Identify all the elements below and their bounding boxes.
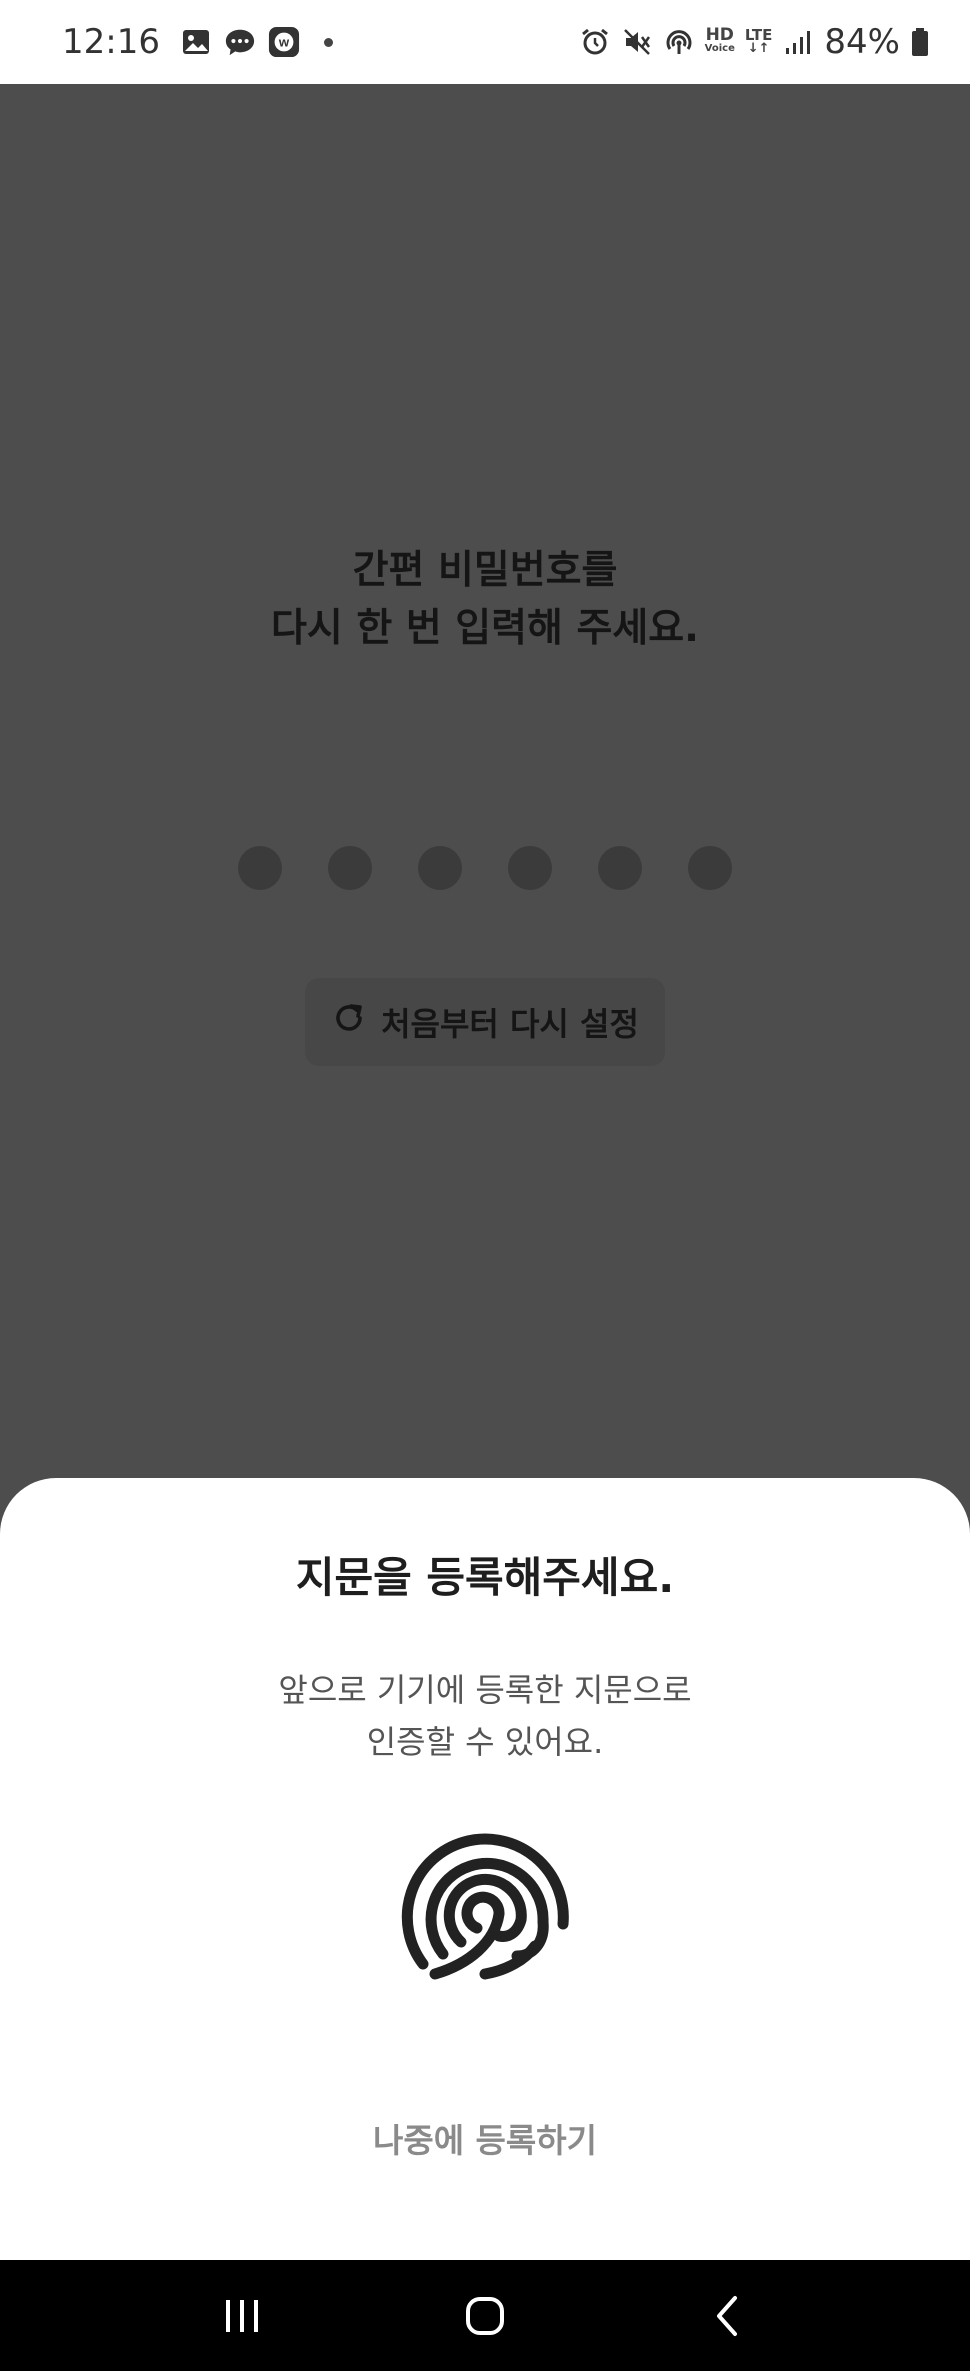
back-icon xyxy=(717,2295,738,2336)
battery-percent: 84% xyxy=(824,22,900,62)
pin-dot xyxy=(688,846,732,890)
svg-text:w: w xyxy=(278,35,290,50)
pin-title: 간편 비밀번호를 다시 한 번 입력해 주세요. xyxy=(0,542,970,658)
status-left: 12:16 w xyxy=(62,22,333,62)
home-button[interactable] xyxy=(435,2276,535,2356)
recents-icon xyxy=(225,2299,258,2332)
reset-pin-label: 처음부터 다시 설정 xyxy=(381,1005,639,1043)
pin-title-line1: 간편 비밀번호를 xyxy=(352,548,618,593)
register-later-button[interactable]: 나중에 등록하기 xyxy=(335,2098,635,2178)
gallery-icon xyxy=(180,26,212,58)
screen: 12:16 w HD Voice LTE ↓↑ 84% 간편 비밀번호를 다시 … xyxy=(0,0,970,2371)
voice-label: Voice xyxy=(704,43,735,54)
pin-dot xyxy=(508,846,552,890)
battery-icon xyxy=(910,26,930,58)
pin-dot xyxy=(238,846,282,890)
pin-title-line2: 다시 한 번 입력해 주세요. xyxy=(271,606,699,651)
fingerprint-bottom-sheet: 지문을 등록해주세요. 앞으로 기기에 등록한 지문으로 인증할 수 있어요. … xyxy=(0,1478,970,2260)
sheet-desc-line1: 앞으로 기기에 등록한 지문으로 xyxy=(278,1671,692,1709)
sheet-title: 지문을 등록해주세요. xyxy=(295,1553,675,1602)
sheet-desc-line2: 인증할 수 있어요. xyxy=(366,1723,604,1761)
reset-pin-button[interactable]: 처음부터 다시 설정 xyxy=(305,978,665,1066)
lte-arrows: ↓↑ xyxy=(747,41,770,56)
mute-icon xyxy=(621,26,653,58)
pin-indicator xyxy=(238,846,732,890)
pin-dot xyxy=(598,846,642,890)
back-button[interactable] xyxy=(678,2276,778,2356)
w-app-icon: w xyxy=(268,26,300,58)
alarm-icon xyxy=(579,26,611,58)
status-right: HD Voice LTE ↓↑ 84% xyxy=(579,22,930,62)
hotspot-icon xyxy=(663,26,695,58)
refresh-icon xyxy=(331,1000,367,1044)
hd-label: HD xyxy=(705,25,734,45)
signal-icon xyxy=(782,26,814,58)
messages-icon xyxy=(224,26,256,58)
hd-voice-icon: HD Voice xyxy=(704,25,735,55)
status-bar: 12:16 w HD Voice LTE ↓↑ 84% xyxy=(0,0,970,84)
fingerprint-icon[interactable] xyxy=(395,1824,575,2004)
lte-icon: LTE ↓↑ xyxy=(745,28,773,56)
home-icon xyxy=(465,2296,504,2335)
navigation-bar xyxy=(0,2260,970,2371)
pin-dot xyxy=(328,846,372,890)
pin-dot xyxy=(418,846,462,890)
status-time: 12:16 xyxy=(62,22,160,62)
sheet-description: 앞으로 기기에 등록한 지문으로 인증할 수 있어요. xyxy=(0,1664,970,1768)
recents-button[interactable] xyxy=(192,2276,292,2356)
more-notifications-dot xyxy=(323,37,333,47)
